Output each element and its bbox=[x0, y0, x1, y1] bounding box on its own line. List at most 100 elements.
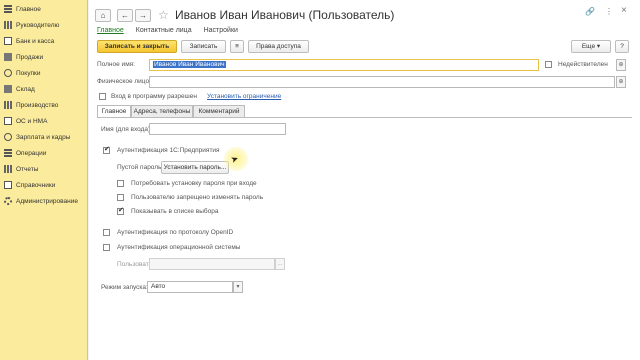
full-name-open-button[interactable]: ⊕ bbox=[616, 59, 626, 71]
sidebar-item-warehouse[interactable]: Склад bbox=[4, 83, 35, 95]
more-button[interactable]: Еще ▾ bbox=[571, 40, 611, 53]
sidebar-item-assets[interactable]: ОС и НМА bbox=[4, 115, 47, 127]
more-label: Еще bbox=[581, 43, 596, 50]
open-icon: ⊕ bbox=[618, 79, 624, 85]
chevron-down-icon: ▾ bbox=[236, 284, 240, 290]
forbid-password-change-checkbox[interactable] bbox=[117, 194, 124, 201]
launch-mode-label: Режим запуска: bbox=[101, 284, 148, 291]
sidebar-item-label: Отчеты bbox=[16, 165, 39, 173]
assets-icon bbox=[4, 117, 12, 125]
help-button[interactable]: ? bbox=[615, 40, 629, 53]
sidebar-item-purchases[interactable]: Покупки bbox=[4, 67, 40, 79]
list-icon: ≡ bbox=[235, 43, 239, 50]
os-auth-label: Аутентификация операционной системы bbox=[117, 244, 241, 251]
enterprise-auth-label: Аутентификация 1С:Предприятия bbox=[117, 147, 220, 154]
show-in-list-label: Показывать в списке выбора bbox=[131, 208, 219, 215]
stack-icon bbox=[4, 5, 12, 13]
os-user-select-button: ... bbox=[275, 258, 285, 270]
chart-icon bbox=[4, 21, 12, 29]
people-icon bbox=[4, 133, 12, 141]
os-auth-checkbox[interactable] bbox=[103, 244, 110, 251]
sidebar-item-production[interactable]: Производство bbox=[4, 99, 58, 111]
full-name-value: Иванов Иван Иванович bbox=[153, 61, 226, 68]
empty-password-label: Пустой пароль bbox=[117, 164, 162, 171]
back-button[interactable]: ← bbox=[117, 9, 133, 22]
sidebar-item-label: Операции bbox=[16, 149, 47, 157]
sidebar-item-catalogs[interactable]: Справочники bbox=[4, 179, 55, 191]
save-and-close-button[interactable]: Записать и закрыть bbox=[97, 40, 177, 53]
sidebar-item-label: Главное bbox=[16, 5, 41, 13]
sidebar-item-salary[interactable]: Зарплата и кадры bbox=[4, 131, 70, 143]
gear-icon bbox=[4, 197, 12, 205]
favorite-star-icon[interactable]: ☆ bbox=[158, 8, 169, 22]
home-icon: ⌂ bbox=[100, 11, 106, 20]
sidebar-item-reports[interactable]: Отчеты bbox=[4, 163, 38, 175]
full-name-input[interactable]: Иванов Иван Иванович bbox=[149, 59, 539, 71]
forbid-password-change-label: Пользователю запрещено изменять пароль bbox=[131, 194, 264, 201]
sidebar-item-sales[interactable]: Продажи bbox=[4, 51, 43, 63]
sidebar-item-label: Руководителю bbox=[16, 21, 60, 29]
tab-contacts[interactable]: Контактные лица bbox=[136, 27, 192, 34]
openid-auth-checkbox[interactable] bbox=[103, 229, 110, 236]
menu-icon[interactable]: ⋮ bbox=[605, 7, 613, 16]
inner-tab-addresses[interactable]: Адреса, телефоны bbox=[131, 105, 193, 117]
sidebar-item-bank[interactable]: Банк и касса bbox=[4, 35, 54, 47]
launch-mode-select[interactable]: Авто bbox=[147, 281, 233, 293]
sidebar-item-label: ОС и НМА bbox=[16, 117, 48, 125]
operations-icon bbox=[4, 149, 12, 157]
open-icon: ⊕ bbox=[618, 62, 624, 68]
factory-icon bbox=[4, 101, 12, 109]
sidebar-item-operations[interactable]: Операции bbox=[4, 147, 46, 159]
book-icon bbox=[4, 181, 12, 189]
person-select-button[interactable]: ⊕ bbox=[616, 76, 626, 88]
chevron-down-icon: ▾ bbox=[596, 43, 601, 50]
sidebar-item-admin[interactable]: Администрирование bbox=[4, 195, 78, 207]
login-name-label: Имя (для входа): bbox=[101, 126, 153, 133]
main-area: ⌂ ← → ☆ Иванов Иван Иванович (Пользовате… bbox=[89, 0, 640, 360]
set-password-button[interactable]: Установить пароль... bbox=[161, 161, 229, 174]
person-label: Физическое лицо: bbox=[97, 78, 151, 85]
cart-icon bbox=[4, 69, 12, 77]
bank-icon bbox=[4, 37, 12, 45]
sidebar-item-manager[interactable]: Руководителю bbox=[4, 19, 59, 31]
sidebar-item-label: Администрирование bbox=[16, 197, 78, 205]
tab-settings[interactable]: Настройки bbox=[204, 27, 238, 34]
home-button[interactable]: ⌂ bbox=[95, 9, 111, 22]
access-rights-button[interactable]: Права доступа bbox=[248, 40, 309, 53]
list-button[interactable]: ≡ bbox=[230, 40, 244, 53]
sidebar-item-label: Производство bbox=[16, 101, 59, 109]
login-name-input[interactable] bbox=[149, 123, 286, 135]
form-nav-tabs: Главное Контактные лица Настройки bbox=[97, 27, 238, 34]
openid-auth-label: Аутентификация по протоколу OpenID bbox=[117, 229, 234, 236]
show-in-list-checkbox[interactable] bbox=[117, 206, 124, 215]
forward-button[interactable]: → bbox=[135, 9, 151, 22]
save-button[interactable]: Записать bbox=[181, 40, 226, 53]
sidebar: Главное Руководителю Банк и касса Продаж… bbox=[0, 0, 88, 360]
back-arrow-icon: ← bbox=[121, 11, 129, 20]
title-bar: ⌂ ← → ☆ Иванов Иван Иванович (Пользовате… bbox=[89, 0, 640, 30]
login-allowed-checkbox[interactable] bbox=[99, 93, 106, 100]
sidebar-item-label: Банк и касса bbox=[16, 37, 55, 45]
link-icon[interactable]: 🔗 bbox=[585, 7, 595, 16]
set-limit-link[interactable]: Установить ограничение bbox=[207, 93, 281, 100]
require-password-change-checkbox[interactable] bbox=[117, 180, 124, 187]
forward-arrow-icon: → bbox=[139, 11, 147, 20]
page-title: Иванов Иван Иванович (Пользователь) bbox=[175, 8, 395, 22]
sales-icon bbox=[4, 53, 12, 61]
toolbar: Записать и закрыть Записать ≡ Права дост… bbox=[89, 40, 640, 56]
sidebar-item-main[interactable]: Главное bbox=[4, 3, 41, 15]
inactive-label: Недействителен bbox=[558, 61, 608, 68]
person-input[interactable] bbox=[149, 76, 615, 88]
inactive-checkbox[interactable] bbox=[545, 61, 552, 68]
sidebar-item-label: Зарплата и кадры bbox=[16, 133, 71, 141]
close-icon[interactable]: × bbox=[621, 5, 627, 16]
enterprise-auth-checkbox[interactable] bbox=[103, 145, 110, 154]
reports-icon bbox=[4, 165, 12, 173]
tab-main[interactable]: Главное bbox=[97, 27, 124, 34]
full-name-label: Полное имя: bbox=[97, 61, 135, 68]
os-user-input bbox=[149, 258, 275, 270]
launch-mode-dropdown-button[interactable]: ▾ bbox=[233, 281, 243, 293]
inner-tab-comment[interactable]: Комментарий bbox=[193, 105, 245, 117]
login-allowed-label: Вход в программу разрешен bbox=[111, 93, 197, 100]
sidebar-item-label: Продажи bbox=[16, 53, 44, 61]
